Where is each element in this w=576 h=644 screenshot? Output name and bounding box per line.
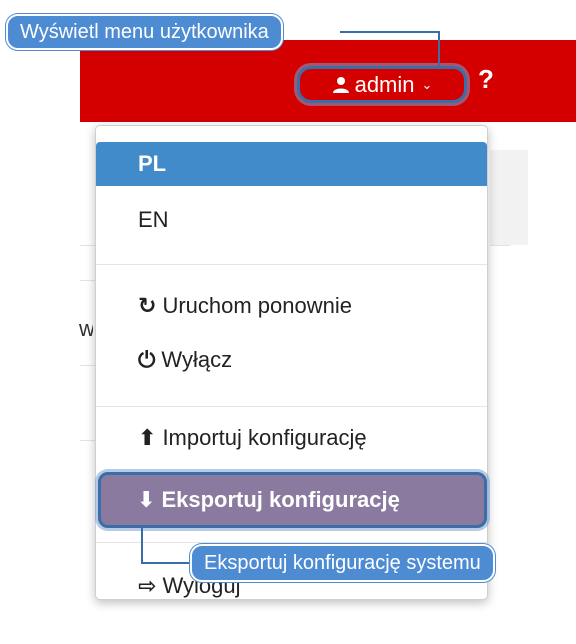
tooltip-connector [438, 31, 440, 67]
menu-divider [96, 542, 487, 543]
sign-out-icon: ⇨ [138, 573, 157, 598]
menu-item-label: PL [138, 151, 167, 176]
refresh-icon: ↻ [138, 293, 157, 318]
menu-item-lang-pl[interactable]: PL [96, 142, 487, 186]
tooltip-export: Eksportuj konfigurację systemu [190, 544, 495, 582]
menu-item-label: Importuj konfigurację [162, 425, 367, 450]
help-button[interactable]: ? [478, 64, 494, 95]
menu-item-lang-en[interactable]: EN [96, 198, 487, 242]
menu-item-shutdown[interactable]: ⏻ Wyłącz [96, 338, 487, 382]
arrow-down-circle-icon: ⬇ [137, 487, 156, 512]
tooltip-connector [141, 562, 193, 564]
user-menu-label: admin [354, 71, 415, 97]
tooltip-connector [141, 528, 143, 564]
tooltip-connector [340, 31, 440, 33]
menu-item-restart[interactable]: ↻ Uruchom ponownie [96, 284, 487, 328]
power-icon: ⏻ [138, 347, 156, 372]
user-icon [332, 76, 349, 93]
chevron-down-icon: ⌄ [421, 76, 433, 92]
menu-divider [96, 406, 487, 407]
menu-item-import[interactable]: ⬆ Importuj konfigurację [96, 416, 487, 460]
background-cut-text: w [79, 316, 93, 341]
menu-item-label: Uruchom ponownie [162, 293, 352, 318]
menu-divider [96, 264, 487, 265]
menu-item-label: Wyłącz [161, 347, 233, 372]
tooltip-user-menu: Wyświetl menu użytkownika [6, 14, 283, 50]
menu-item-label: Eksportuj konfigurację [161, 487, 400, 512]
menu-item-export[interactable]: ⬇ Eksportuj konfigurację [98, 472, 487, 528]
background-table-header [490, 150, 528, 245]
user-menu-button[interactable]: admin ⌄ [297, 66, 467, 103]
arrow-up-circle-icon: ⬆ [138, 425, 157, 450]
background-divider [490, 245, 510, 246]
menu-item-label: EN [138, 207, 169, 232]
user-dropdown-menu: PL EN ↻ Uruchom ponownie ⏻ Wyłącz ⬆ Impo… [95, 125, 488, 600]
